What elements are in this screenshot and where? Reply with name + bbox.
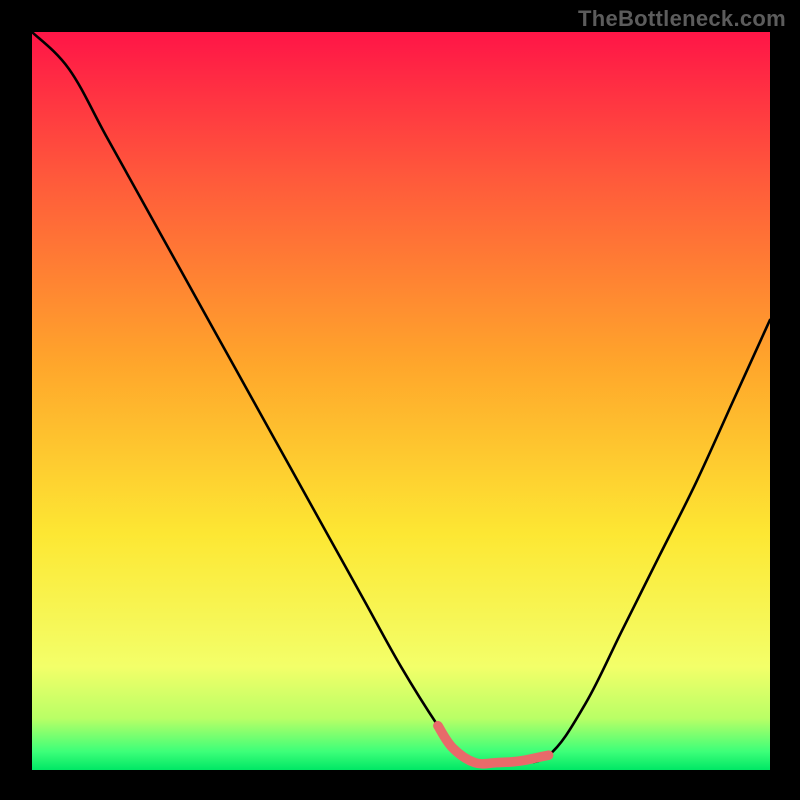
- watermark-text: TheBottleneck.com: [578, 6, 786, 32]
- plot-area: [32, 32, 770, 770]
- trough-highlight: [438, 726, 549, 764]
- bottleneck-curve: [32, 32, 770, 764]
- chart-frame: TheBottleneck.com: [0, 0, 800, 800]
- curve-layer: [32, 32, 770, 770]
